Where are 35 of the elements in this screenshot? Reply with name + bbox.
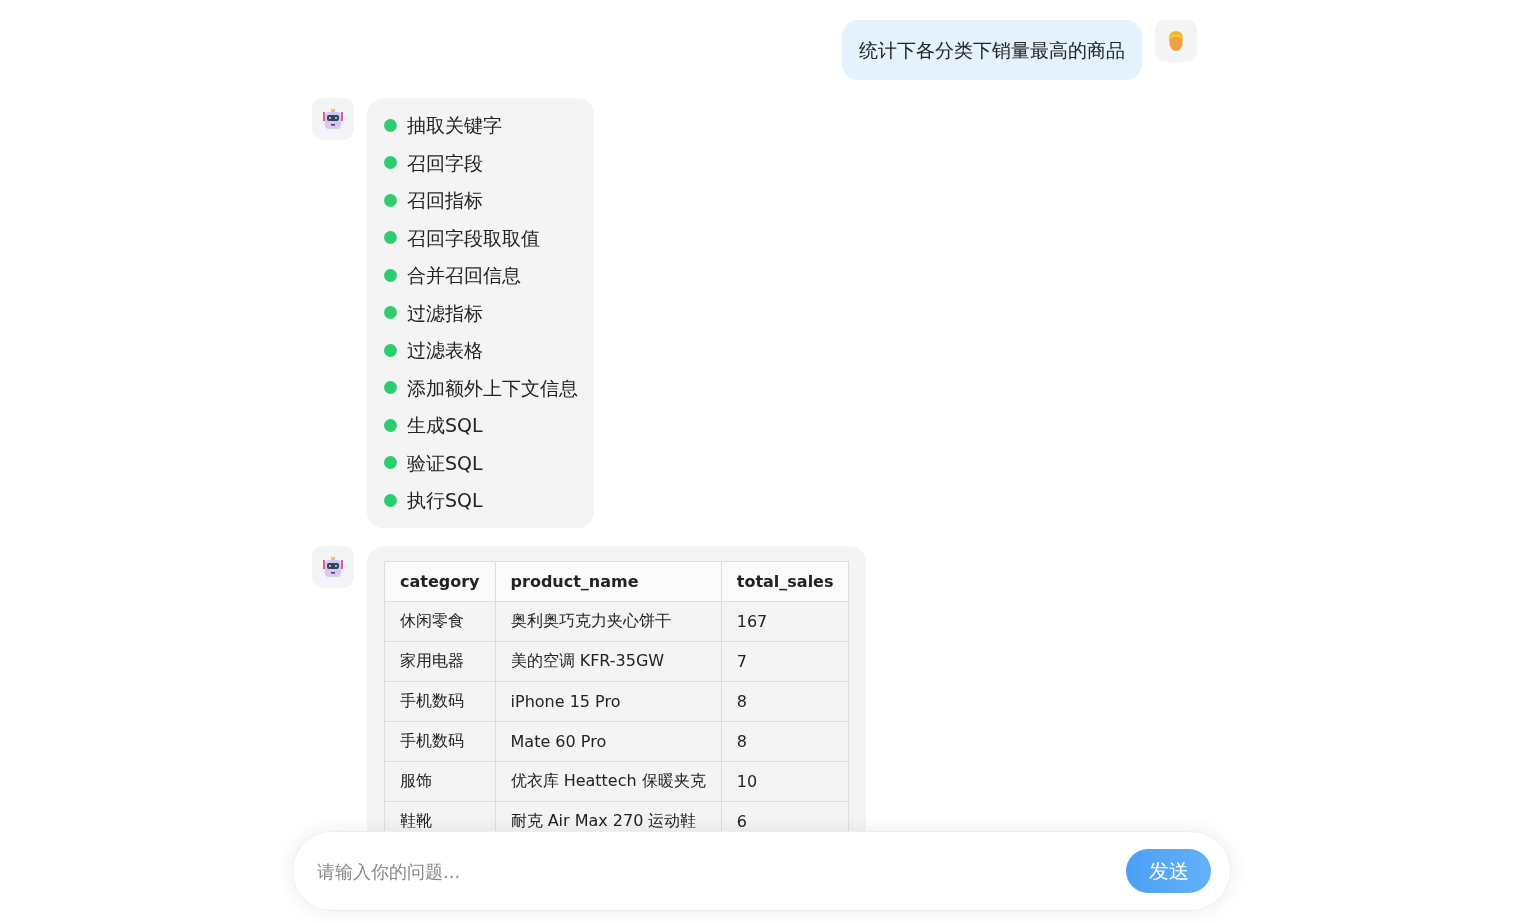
column-header: total_sales <box>721 561 849 601</box>
table-cell: 家用电器 <box>384 641 496 681</box>
table-cell: 优衣库 Heattech 保暖夹克 <box>495 761 722 801</box>
step-label: 抽取关键字 <box>407 113 502 138</box>
step-label: 召回字段取取值 <box>407 225 540 251</box>
table-cell: 10 <box>721 761 849 801</box>
step-label: 召回字段 <box>407 150 483 176</box>
step-label: 召回指标 <box>407 188 483 213</box>
user-message: 统计下各分类下销量最高的商品 <box>842 20 1142 80</box>
step-label: 过滤表格 <box>407 338 483 363</box>
question-input[interactable]: 请输入你的问题... <box>315 859 1116 883</box>
table-cell: 美的空调 KFR-35GW <box>495 641 722 681</box>
send-button[interactable]: 发送 <box>1126 849 1211 893</box>
step-label: 验证SQL <box>407 450 483 476</box>
robot-icon <box>322 108 344 130</box>
table-cell: 手机数码 <box>384 681 496 721</box>
table-cell: 服饰 <box>384 761 496 801</box>
table-cell: 167 <box>721 601 849 641</box>
column-header: category <box>384 561 496 601</box>
step-label: 执行SQL <box>407 488 483 513</box>
column-header: product_name <box>495 561 722 601</box>
table-cell: 奥利奥巧克力夹心饼干 <box>495 601 722 641</box>
table-cell: 7 <box>721 641 849 681</box>
table-cell: 休闲零食 <box>384 601 496 641</box>
table-cell: 8 <box>721 681 849 721</box>
step-label: 过滤指标 <box>407 300 483 326</box>
robot-icon <box>322 555 344 578</box>
table-cell: Mate 60 Pro <box>495 721 722 761</box>
table-cell: iPhone 15 Pro <box>495 681 722 721</box>
table-cell: 手机数码 <box>384 721 496 761</box>
table-cell: 8 <box>721 721 849 761</box>
step-label: 添加额外上下文信息 <box>407 375 578 401</box>
step-label: 生成SQL <box>407 413 483 438</box>
person-icon <box>1166 30 1186 52</box>
step-label: 合并召回信息 <box>407 263 521 288</box>
